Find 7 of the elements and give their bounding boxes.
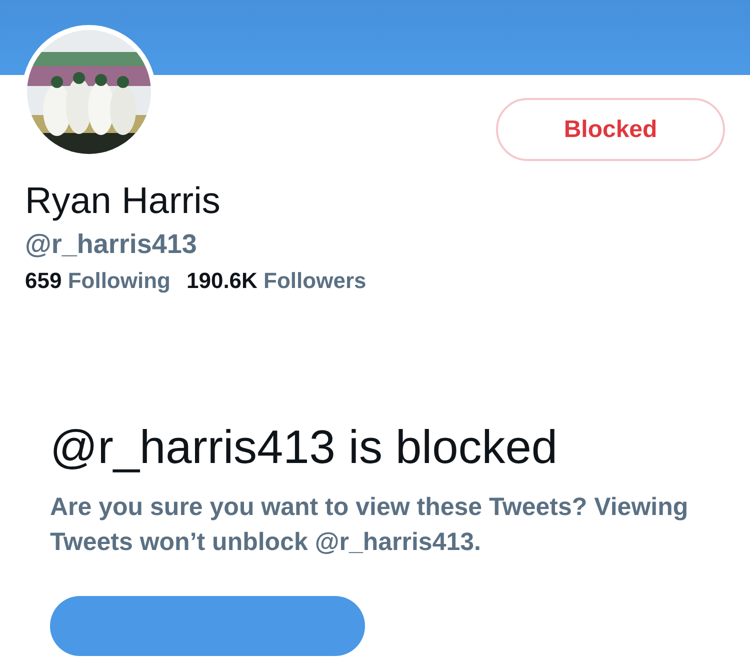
profile-handle: @r_harris413: [25, 229, 198, 260]
blocked-button[interactable]: Blocked: [496, 98, 725, 161]
stat-link[interactable]: 659 Following: [25, 268, 170, 294]
blocked-message: Are you sure you want to view these Tweets? Viewing Tweets won’t unblock @r_harris413.: [50, 492, 690, 558]
stat-link[interactable]: 190.6K Followers: [186, 268, 366, 294]
profile-name: Ryan Harris: [25, 179, 222, 223]
blocked-title: @r_harris413 is blocked: [50, 419, 558, 474]
